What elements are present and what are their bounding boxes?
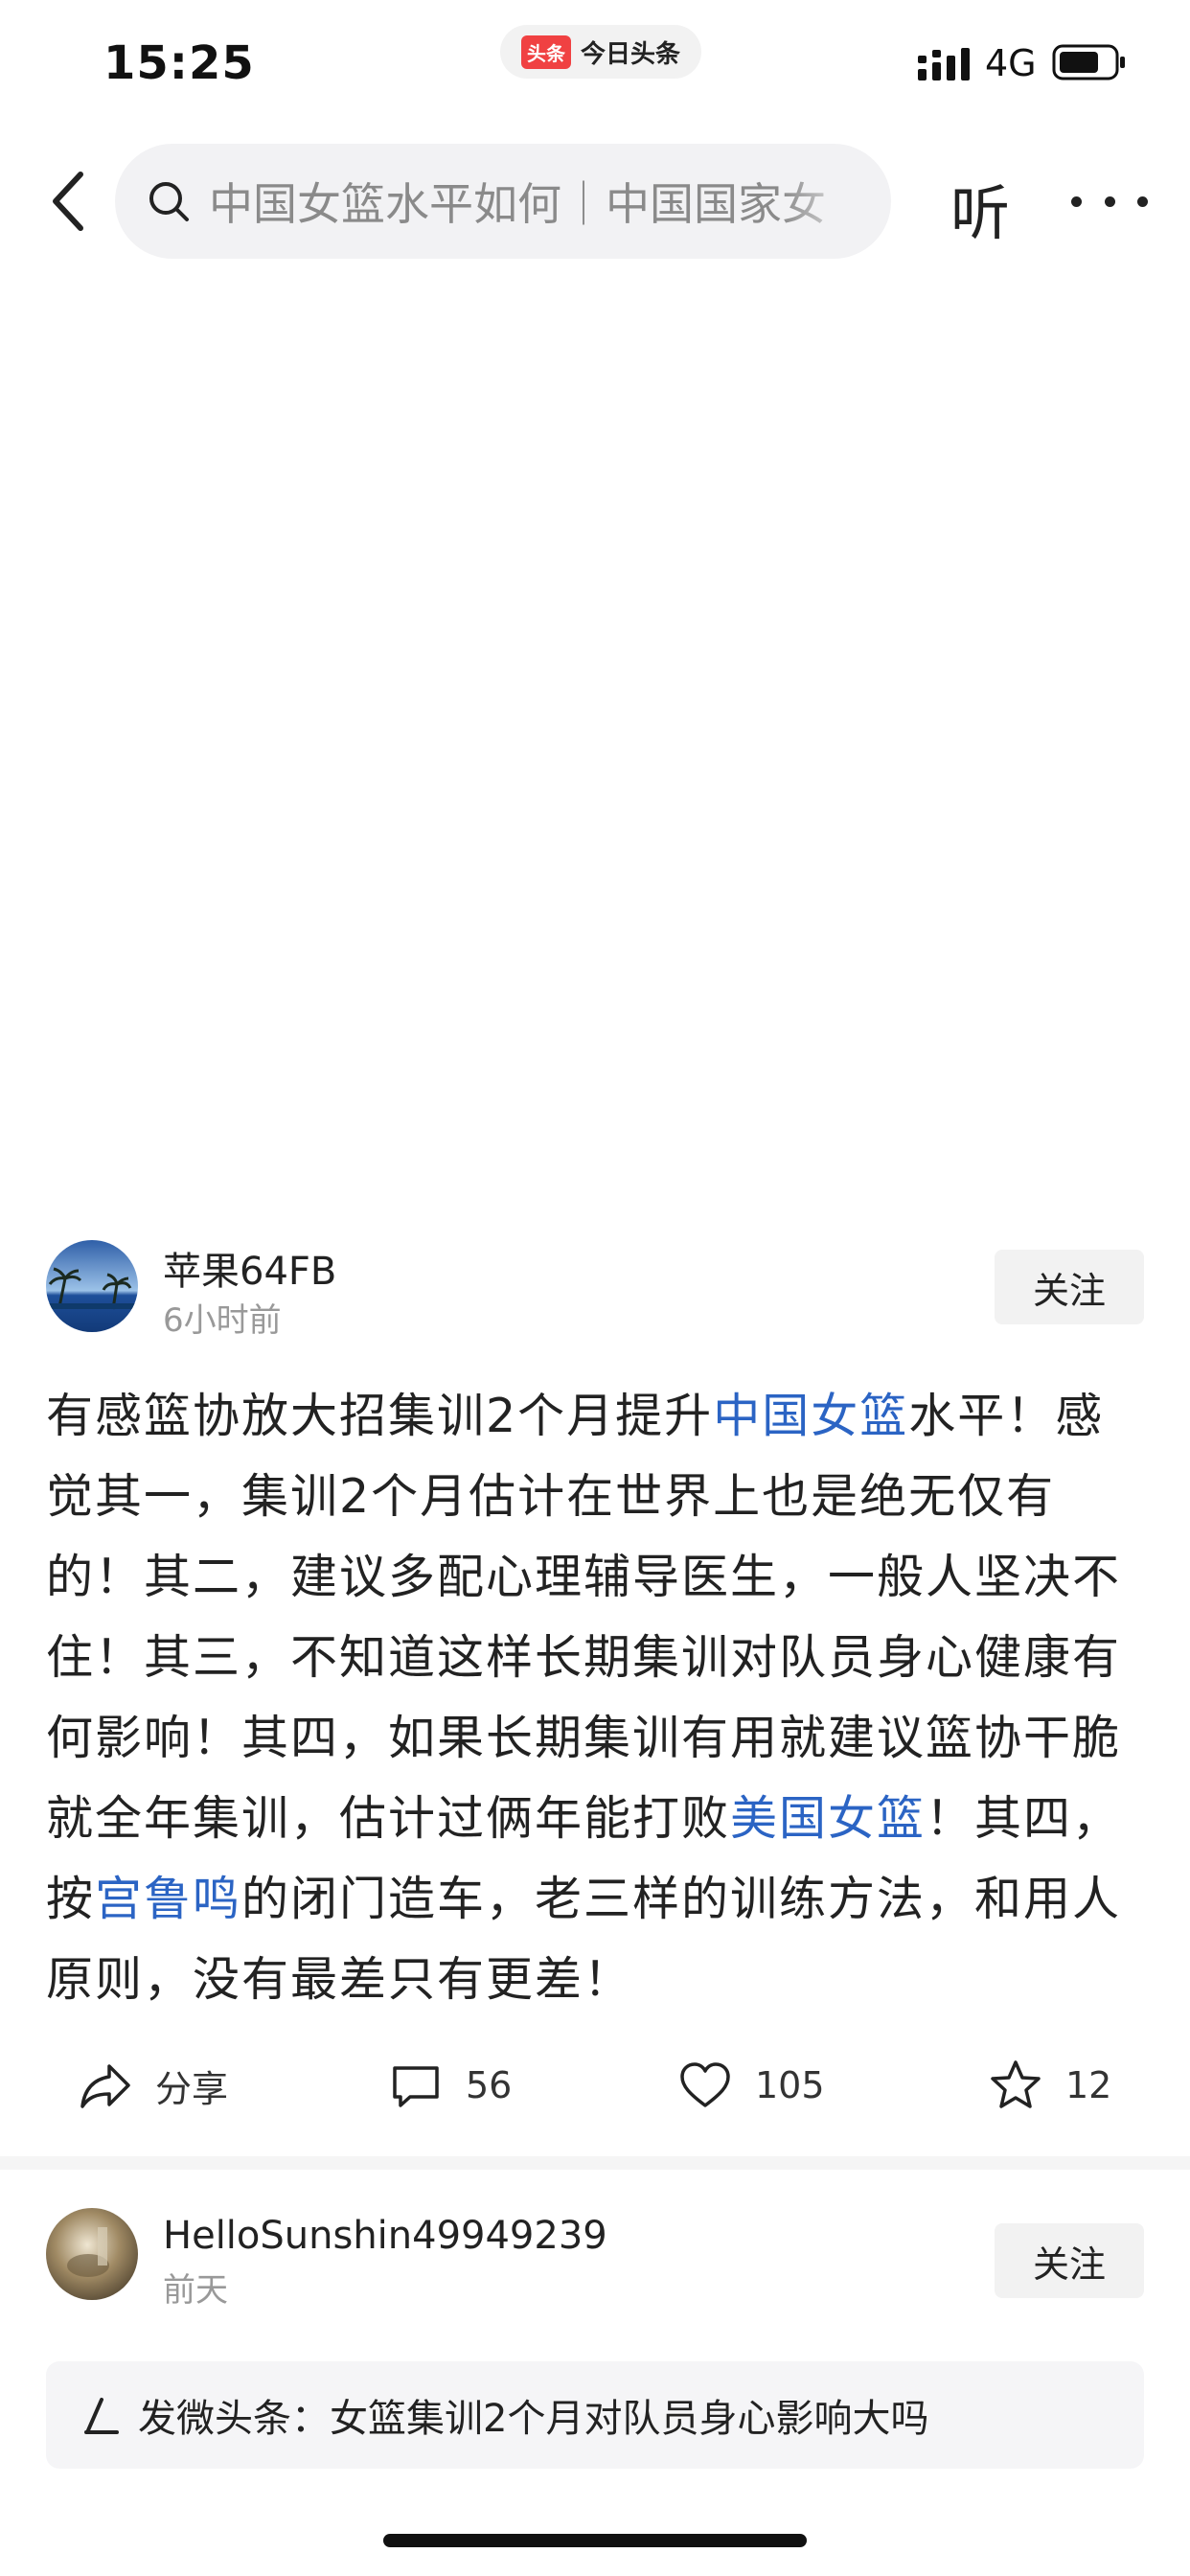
status-bar: 15:25 头条 今日头条 4G [0,0,1190,134]
share-label: 分享 [155,2067,229,2110]
action-bar: 分享 56 105 12 [0,2047,1190,2124]
topic-link[interactable]: 中国女篮 [713,1389,908,1443]
compose-post-bar[interactable]: 发微头条：女篮集训2个月对队员身心影响大吗 [46,2361,1144,2469]
post-time: 前天 [163,2271,228,2310]
signal-icon [918,48,970,80]
author-name[interactable]: HelloSunshin49949239 [163,2214,607,2258]
chevron-left-icon [53,172,83,231]
app-name: 今日头条 [581,39,681,69]
comment-count: 56 [466,2064,513,2106]
search-bar[interactable]: 中国女篮水平如何｜中国国家女 [115,144,891,259]
listen-button[interactable]: 听 [950,165,1010,251]
follow-button[interactable]: 关注 [995,1250,1144,1324]
heart-icon [680,2062,730,2107]
like-count: 105 [755,2064,825,2106]
star-icon [991,2060,1041,2108]
pen-icon [84,2398,119,2434]
post-body: 有感篮协放大招集训2个月提升中国女篮水平！感觉其一，集训2个月估计在世界上也是绝… [46,1376,1148,2020]
comment-button[interactable]: 56 [387,2047,512,2124]
post-time: 6小时前 [163,1301,282,1340]
post-text: 水平！感觉其一，集训2个月估计在世界上也是绝无仅有的！其二，建议多配心理辅导医生… [46,1389,1122,1846]
like-button[interactable]: 105 [676,2047,825,2124]
network-label: 4G [985,42,1037,84]
avatar[interactable] [46,1240,138,1332]
author-name[interactable]: 苹果64FB [163,1240,336,1296]
topic-link[interactable]: 宫鲁鸣 [95,1872,241,1926]
follow-button[interactable]: 关注 [995,2223,1144,2298]
favorite-button[interactable]: 12 [987,2047,1111,2124]
status-time: 15:25 [103,36,255,90]
comment-icon [393,2066,439,2107]
app-logo: 头条 [521,34,571,69]
post-header: HelloSunshin49949239 前天 关注 [0,2204,1190,2310]
app-badge[interactable]: 头条 今日头条 [500,25,702,79]
share-button[interactable]: 分享 [77,2047,228,2124]
section-divider [0,2156,1190,2170]
battery-icon [1052,44,1125,80]
back-button[interactable] [38,171,100,232]
post-text: 有感篮协放大招集训2个月提升 [46,1389,714,1443]
topic-link[interactable]: 美国女篮 [730,1791,926,1846]
favorite-count: 12 [1065,2064,1112,2106]
nav-bar: 中国女篮水平如何｜中国国家女 听 [0,144,1190,259]
post-header: 苹果64FB 6小时前 关注 [0,1236,1190,1342]
home-indicator[interactable] [383,2534,807,2547]
app-screen: 15:25 头条 今日头条 4G 中国女篮水平如何｜中国国家女 听 苹果64FB… [0,0,1190,2576]
share-icon [80,2064,130,2108]
search-icon [149,182,189,221]
avatar[interactable] [46,2208,138,2300]
more-dots-icon[interactable] [1071,172,1148,230]
compose-prompt: 发微头条：女篮集训2个月对队员身心影响大吗 [138,2397,929,2441]
search-query-text: 中国女篮水平如何｜中国国家女 [209,178,826,230]
